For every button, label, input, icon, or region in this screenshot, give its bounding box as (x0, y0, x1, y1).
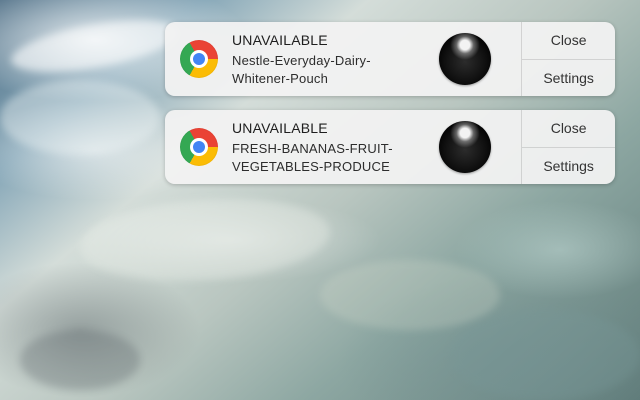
notification-content[interactable]: UNAVAILABLE Nestle-Everyday-Dairy- White… (165, 22, 521, 96)
dark-orb-image (439, 121, 492, 173)
notification-actions: Close Settings (521, 22, 615, 96)
cloud-band (450, 310, 640, 400)
notification-actions: Close Settings (521, 110, 615, 184)
notification-card[interactable]: UNAVAILABLE FRESH-BANANAS-FRUIT- VEGETAB… (165, 110, 615, 184)
settings-button[interactable]: Settings (522, 58, 615, 97)
notification-card[interactable]: UNAVAILABLE Nestle-Everyday-Dairy- White… (165, 22, 615, 96)
notification-text-block: UNAVAILABLE FRESH-BANANAS-FRUIT- VEGETAB… (232, 119, 437, 176)
chrome-icon (180, 128, 218, 166)
notification-body: FRESH-BANANAS-FRUIT- VEGETABLES-PRODUCE (232, 140, 393, 174)
dark-orb-image (439, 33, 492, 85)
notification-content[interactable]: UNAVAILABLE FRESH-BANANAS-FRUIT- VEGETAB… (165, 110, 521, 184)
cloud-band (320, 260, 500, 330)
close-button[interactable]: Close (522, 22, 615, 59)
cloud-band (77, 191, 333, 289)
notification-title: UNAVAILABLE (232, 31, 328, 48)
cloud-band (7, 10, 183, 82)
desktop-wallpaper: UNAVAILABLE Nestle-Everyday-Dairy- White… (0, 0, 640, 400)
chrome-icon (180, 40, 218, 78)
notification-text-block: UNAVAILABLE Nestle-Everyday-Dairy- White… (232, 31, 437, 88)
cloud-band (20, 330, 140, 390)
close-button[interactable]: Close (522, 110, 615, 147)
settings-button[interactable]: Settings (522, 146, 615, 185)
notification-title: UNAVAILABLE (232, 119, 328, 136)
cloud-band (0, 80, 160, 155)
notification-body: Nestle-Everyday-Dairy- Whitener-Pouch (232, 52, 371, 86)
